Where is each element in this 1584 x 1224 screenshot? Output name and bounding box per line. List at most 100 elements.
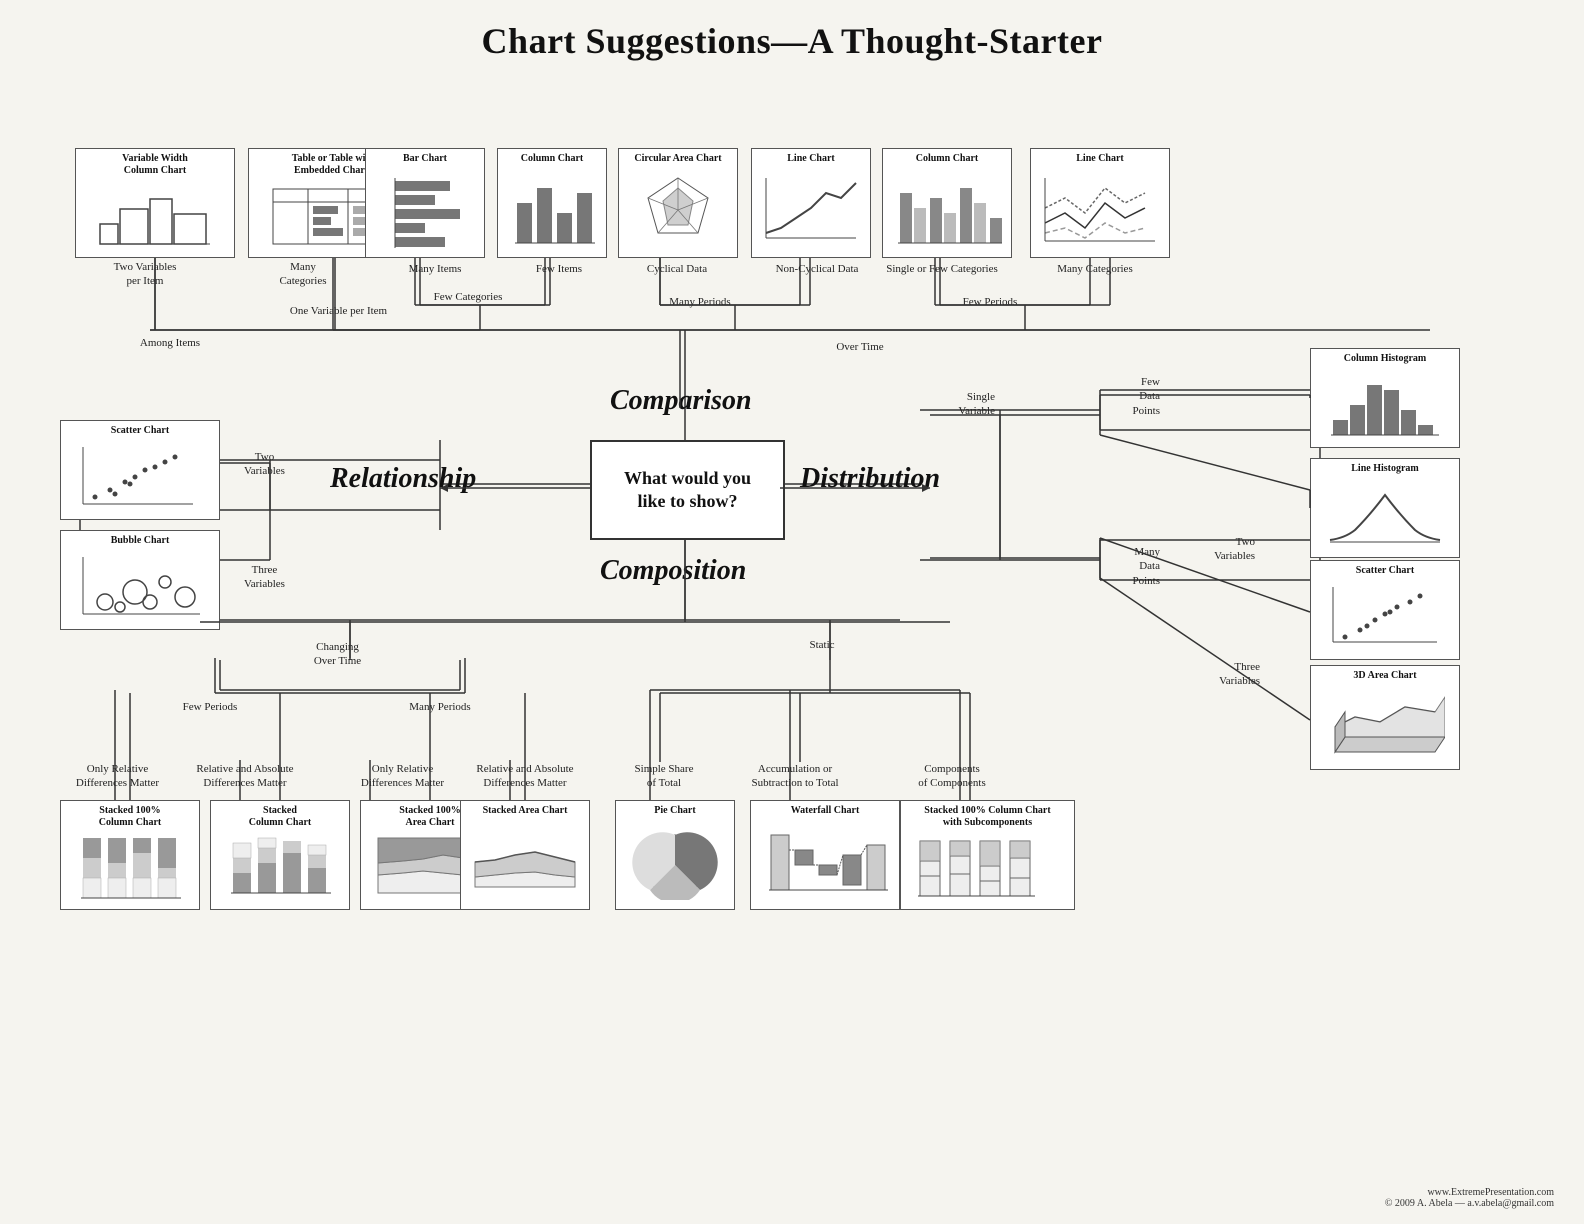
many-categories2-label: Many Categories [1045,262,1145,276]
bar-chart-title: Bar Chart [403,153,447,165]
line-chart-manycat-img [1035,167,1165,253]
line-histogram-box: Line Histogram [1310,458,1460,558]
line-chart-noncyclical-img [756,167,866,253]
area-3d-title: 3D Area Chart [1353,670,1416,682]
pie-chart-img [620,819,730,905]
only-relative1-label: Only RelativeDifferences Matter [55,762,180,791]
col-chart-few-box: Column Chart [497,148,607,258]
accumulation-label: Accumulation orSubtraction to Total [735,762,855,791]
page-title: Chart Suggestions—A Thought-Starter [20,20,1564,62]
waterfall-title: Waterfall Chart [791,805,860,817]
stacked-col-title: StackedColumn Chart [249,805,312,829]
bubble-chart-box: Bubble Chart [60,530,220,630]
footer-line1: www.ExtremePresentation.com [1385,1187,1554,1198]
center-question-text: What would youlike to show? [624,467,751,514]
line-chart-manycat-box: Line Chart [1030,148,1170,258]
many-periods-label: Many Periods [640,295,760,309]
scatter-rel-img [65,439,215,515]
stacked-area-box: Stacked Area Chart [460,800,590,910]
line-chart-noncyclical-box: Line Chart [751,148,871,258]
many-periods2-label: Many Periods [390,700,490,714]
few-categories-label: Few Categories [408,290,528,304]
var-width-col-box: Variable WidthColumn Chart [75,148,235,258]
relationship-label: Relationship [330,463,476,495]
line-histogram-img [1315,477,1455,553]
bubble-chart-img [65,549,215,625]
cyclical-data-label: Cyclical Data [632,262,722,276]
col-chart-fewcat-box: Column Chart [882,148,1012,258]
line-chart-noncyclical-title: Line Chart [787,153,835,165]
footer: www.ExtremePresentation.com © 2009 A. Ab… [1385,1187,1554,1209]
center-question-box: What would youlike to show? [590,440,785,540]
simple-share-label: Simple Shareof Total [614,762,714,791]
line-histogram-title: Line Histogram [1351,463,1419,475]
circular-area-img [623,167,733,253]
circular-area-box: Circular Area Chart [618,148,738,258]
static-label: Static [792,638,852,652]
only-relative2-label: Only RelativeDifferences Matter [340,762,465,791]
few-periods2-label: Few Periods [160,700,260,714]
three-variables-label: ThreeVariables [227,563,302,592]
one-var-per-item-label: One Variable per Item [266,304,411,318]
pie-chart-title: Pie Chart [654,805,695,817]
bar-chart-img [370,167,480,253]
stacked-col-box: StackedColumn Chart [210,800,350,910]
single-few-cat-label: Single or Few Categories [877,262,1007,276]
stacked-area-title: Stacked Area Chart [483,805,568,817]
table-embedded-title: Table or Table withEmbedded Charts [292,153,375,177]
stacked100-col-img [65,831,195,905]
pie-chart-box: Pie Chart [615,800,735,910]
scatter-rel-title: Scatter Chart [111,425,169,437]
changing-over-time-label: ChangingOver Time [295,640,380,669]
three-variables-dist-label: ThreeVariables [1195,660,1260,689]
components-label: Componentsof Components [892,762,1012,791]
circular-area-title: Circular Area Chart [634,153,721,165]
single-variable-label: SingleVariable [930,390,995,419]
line-chart-manycat-title: Line Chart [1076,153,1124,165]
scatter-dist-title: Scatter Chart [1356,565,1414,577]
comparison-label: Comparison [610,385,752,417]
col-histogram-img [1315,367,1455,443]
stacked100-subcomp-box: Stacked 100% Column Chartwith Subcompone… [900,800,1075,910]
col-chart-few-img [502,167,602,253]
bar-chart-box: Bar Chart [365,148,485,258]
waterfall-box: Waterfall Chart [750,800,900,910]
many-items-label: Many Items [395,262,475,276]
few-items-label: Few Items [519,262,599,276]
col-chart-fewcat-title: Column Chart [916,153,979,165]
stacked100-area-title: Stacked 100%Area Chart [399,805,460,829]
stacked100-subcomp-title: Stacked 100% Column Chartwith Subcompone… [924,805,1050,829]
stacked100-col-box: Stacked 100%Column Chart [60,800,200,910]
rel-absolute2-label: Relative and AbsoluteDifferences Matter [460,762,590,791]
var-width-col-title: Variable WidthColumn Chart [122,153,188,177]
among-items-label: Among Items [120,336,220,350]
waterfall-img [755,819,895,905]
over-time-label: Over Time [820,340,900,354]
col-chart-few-title: Column Chart [521,153,584,165]
col-chart-fewcat-img [887,167,1007,253]
col-histogram-box: Column Histogram [1310,348,1460,448]
col-histogram-title: Column Histogram [1344,353,1427,365]
composition-label: Composition [600,555,746,587]
two-variables-label: TwoVariables [227,450,302,479]
few-periods-label: Few Periods [940,295,1040,309]
area-3d-box: 3D Area Chart [1310,665,1460,770]
area-3d-img [1315,684,1455,765]
rel-absolute1-label: Relative and AbsoluteDifferences Matter [180,762,310,791]
non-cyclical-label: Non-Cyclical Data [762,262,872,276]
bubble-chart-title: Bubble Chart [111,535,170,547]
two-variables-dist-label: TwoVariables [1195,535,1255,564]
distribution-label: Distribution [800,463,940,495]
stacked-col-img [215,831,345,905]
two-var-per-item-label: Two Variablesper Item [95,260,195,289]
many-data-points-label: ManyDataPoints [1105,545,1160,588]
stacked100-subcomp-img [905,831,1070,905]
stacked100-col-title: Stacked 100%Column Chart [99,805,162,829]
footer-line2: © 2009 A. Abela — a.v.abela@gmail.com [1385,1198,1554,1209]
scatter-dist-img [1315,579,1455,655]
few-data-points-label: FewDataPoints [1105,375,1160,418]
var-width-col-img [80,179,230,253]
scatter-rel-box: Scatter Chart [60,420,220,520]
stacked-area-img [465,819,585,905]
scatter-dist-box: Scatter Chart [1310,560,1460,660]
